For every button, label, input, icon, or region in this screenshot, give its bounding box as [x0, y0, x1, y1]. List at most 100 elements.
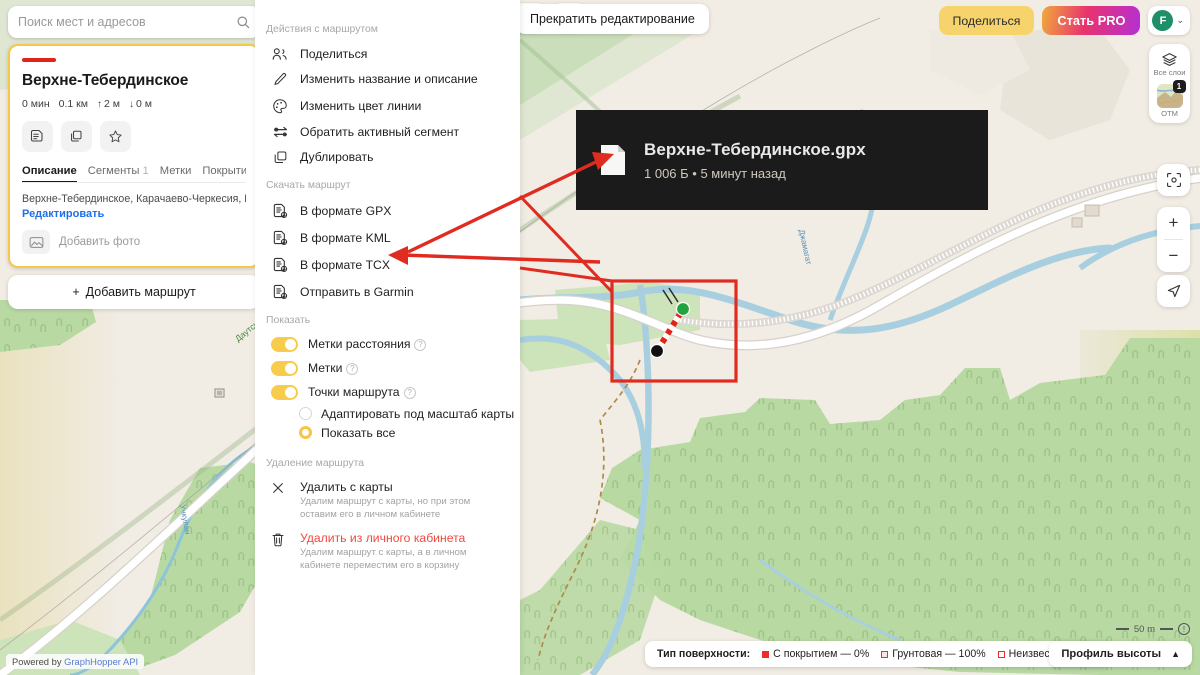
menu-section-header-delete: Удаление маршрута	[266, 458, 364, 469]
app-root: Даутский Джамагат Учкулан Поиск мест и а…	[0, 0, 1200, 675]
search-icon	[237, 16, 250, 29]
account-menu-button[interactable]: F ⌄	[1148, 6, 1190, 35]
route-details-icon[interactable]	[22, 121, 53, 152]
arrow-up-icon: ↑	[96, 98, 102, 110]
scale-line-left	[1115, 628, 1129, 630]
reverse-icon	[271, 125, 289, 139]
radio-button-selected[interactable]	[299, 426, 312, 439]
toggle-switch[interactable]	[271, 384, 298, 400]
close-x-icon	[271, 480, 289, 521]
menu-item-line-color[interactable]: Изменить цвет линии	[255, 92, 520, 119]
toggle-label: Метки	[308, 361, 343, 375]
palette-icon	[271, 98, 289, 114]
tab-surface[interactable]: Покрытие	[202, 165, 246, 177]
chevron-down-icon: ⌄	[1176, 15, 1184, 25]
menu-item-remove-from-map[interactable]: Удалить с карты Удалим маршрут с карты, …	[255, 475, 520, 526]
delete-item-title: Удалить с карты	[300, 480, 393, 494]
become-pro-button[interactable]: Стать PRO	[1042, 6, 1141, 35]
menu-item-label: В формате KML	[300, 230, 391, 245]
radio-label: Показать все	[321, 425, 396, 440]
route-action-icons	[22, 121, 246, 152]
toggle-switch[interactable]	[271, 336, 298, 352]
menu-item-download-tcx[interactable]: В формате TCX	[255, 251, 520, 278]
radio-show-all[interactable]: Показать все	[255, 423, 520, 442]
scale-line-right	[1160, 628, 1173, 630]
add-photo-label: Добавить фото	[59, 236, 141, 248]
toggle-markers[interactable]: Метки?	[255, 356, 520, 380]
zoom-in-button[interactable]: +	[1157, 207, 1190, 239]
locate-icon	[1166, 173, 1181, 187]
stat-duration: 0 мин	[22, 98, 50, 110]
help-icon[interactable]: ?	[403, 386, 416, 399]
help-icon[interactable]: ?	[346, 362, 359, 375]
tab-segments[interactable]: Сегменты 1	[88, 165, 149, 177]
stop-editing-button[interactable]: Прекратить редактирование	[516, 4, 709, 34]
menu-item-share[interactable]: Поделиться	[255, 41, 520, 66]
graphhopper-link[interactable]: GraphHopper API	[64, 656, 138, 667]
top-right-actions: Поделиться Стать PRO F ⌄	[938, 6, 1190, 35]
edit-description-link[interactable]: Редактировать	[22, 208, 246, 220]
trash-icon	[271, 531, 289, 572]
stat-descent: ↓ 0 м	[128, 98, 152, 110]
arrow-down-icon: ↓	[128, 98, 134, 110]
copy-icon	[271, 150, 289, 165]
star-icon[interactable]	[100, 121, 131, 152]
map-info-icon[interactable]: !	[1178, 623, 1190, 635]
toggle-route-points[interactable]: Точки маршрута?	[255, 380, 520, 404]
file-icon	[600, 144, 626, 176]
menu-item-label: В формате GPX	[300, 203, 392, 218]
navigate-button[interactable]	[1157, 275, 1190, 307]
duplicate-icon[interactable]	[61, 121, 92, 152]
help-icon[interactable]: ?	[414, 338, 427, 351]
menu-item-download-kml[interactable]: В формате KML	[255, 224, 520, 251]
elevation-profile-button[interactable]: Профиль высоты ▲	[1049, 641, 1192, 667]
basemap-label: OTM	[1161, 109, 1178, 118]
surface-title: Тип поверхности:	[657, 648, 751, 660]
download-filename: Верхне-Тебердинское.gpx	[644, 139, 866, 159]
add-photo-row[interactable]: Добавить фото	[22, 230, 246, 254]
share-button[interactable]: Поделиться	[938, 6, 1035, 35]
zoom-control[interactable]: + −	[1157, 207, 1190, 272]
menu-item-reverse-segment[interactable]: Обратить активный сегмент	[255, 119, 520, 144]
toggle-switch[interactable]	[271, 360, 298, 376]
menu-item-remove-from-account[interactable]: Удалить из личного кабинета Удалим маршр…	[255, 526, 520, 577]
menu-item-rename[interactable]: Изменить название и описание	[255, 66, 520, 92]
layers-panel[interactable]: Все слои 1 OTM	[1149, 44, 1190, 123]
caret-up-icon: ▲	[1171, 649, 1180, 659]
menu-item-duplicate[interactable]: Дублировать	[255, 144, 520, 170]
add-route-label: Добавить маршрут	[85, 285, 196, 299]
radio-button[interactable]	[299, 407, 312, 420]
toggle-distance-markers[interactable]: Метки расстояния?	[255, 332, 520, 356]
menu-item-label: Отправить в Garmin	[300, 284, 414, 299]
tab-description[interactable]: Описание	[22, 165, 77, 182]
navigate-control[interactable]	[1157, 275, 1190, 307]
share-people-icon	[271, 47, 289, 61]
basemap-thumbnail[interactable]: 1	[1156, 80, 1186, 108]
zoom-out-button[interactable]: −	[1157, 240, 1190, 272]
add-route-button[interactable]: + Добавить маршрут	[8, 275, 260, 309]
tab-markers[interactable]: Метки	[160, 165, 192, 177]
navigate-arrow-icon	[1167, 284, 1180, 298]
layers-label: Все слои	[1153, 68, 1186, 77]
toggle-label: Метки расстояния	[308, 337, 411, 351]
paved-swatch-icon	[762, 650, 770, 658]
file-download-icon	[271, 230, 289, 246]
menu-item-label: Поделиться	[300, 46, 368, 61]
download-toast[interactable]: Верхне-Тебердинское.gpx 1 006 Б • 5 мину…	[576, 110, 988, 210]
left-panel: Поиск мест и адресов Верхне-Тебердинское…	[8, 6, 260, 309]
menu-item-send-to-garmin[interactable]: Отправить в Garmin	[255, 278, 520, 305]
radio-label: Адаптировать под масштаб карты	[321, 406, 515, 421]
radio-adapt-to-zoom[interactable]: Адаптировать под масштаб карты	[255, 404, 520, 423]
scale-indicator: 50 m !	[1115, 623, 1190, 635]
menu-item-label: Дублировать	[300, 150, 374, 164]
menu-item-download-gpx[interactable]: В формате GPX	[255, 197, 520, 224]
route-color-swatch[interactable]	[22, 58, 56, 62]
menu-item-label: Изменить название и описание	[300, 72, 478, 86]
locate-button[interactable]	[1157, 164, 1190, 196]
menu-section-header-show: Показать	[266, 315, 311, 326]
locate-control[interactable]	[1157, 164, 1190, 196]
menu-section-header-actions: Действия с маршрутом	[266, 24, 378, 35]
file-download-icon	[271, 284, 289, 300]
search-input[interactable]: Поиск мест и адресов	[8, 6, 260, 38]
layers-icon	[1162, 53, 1177, 66]
